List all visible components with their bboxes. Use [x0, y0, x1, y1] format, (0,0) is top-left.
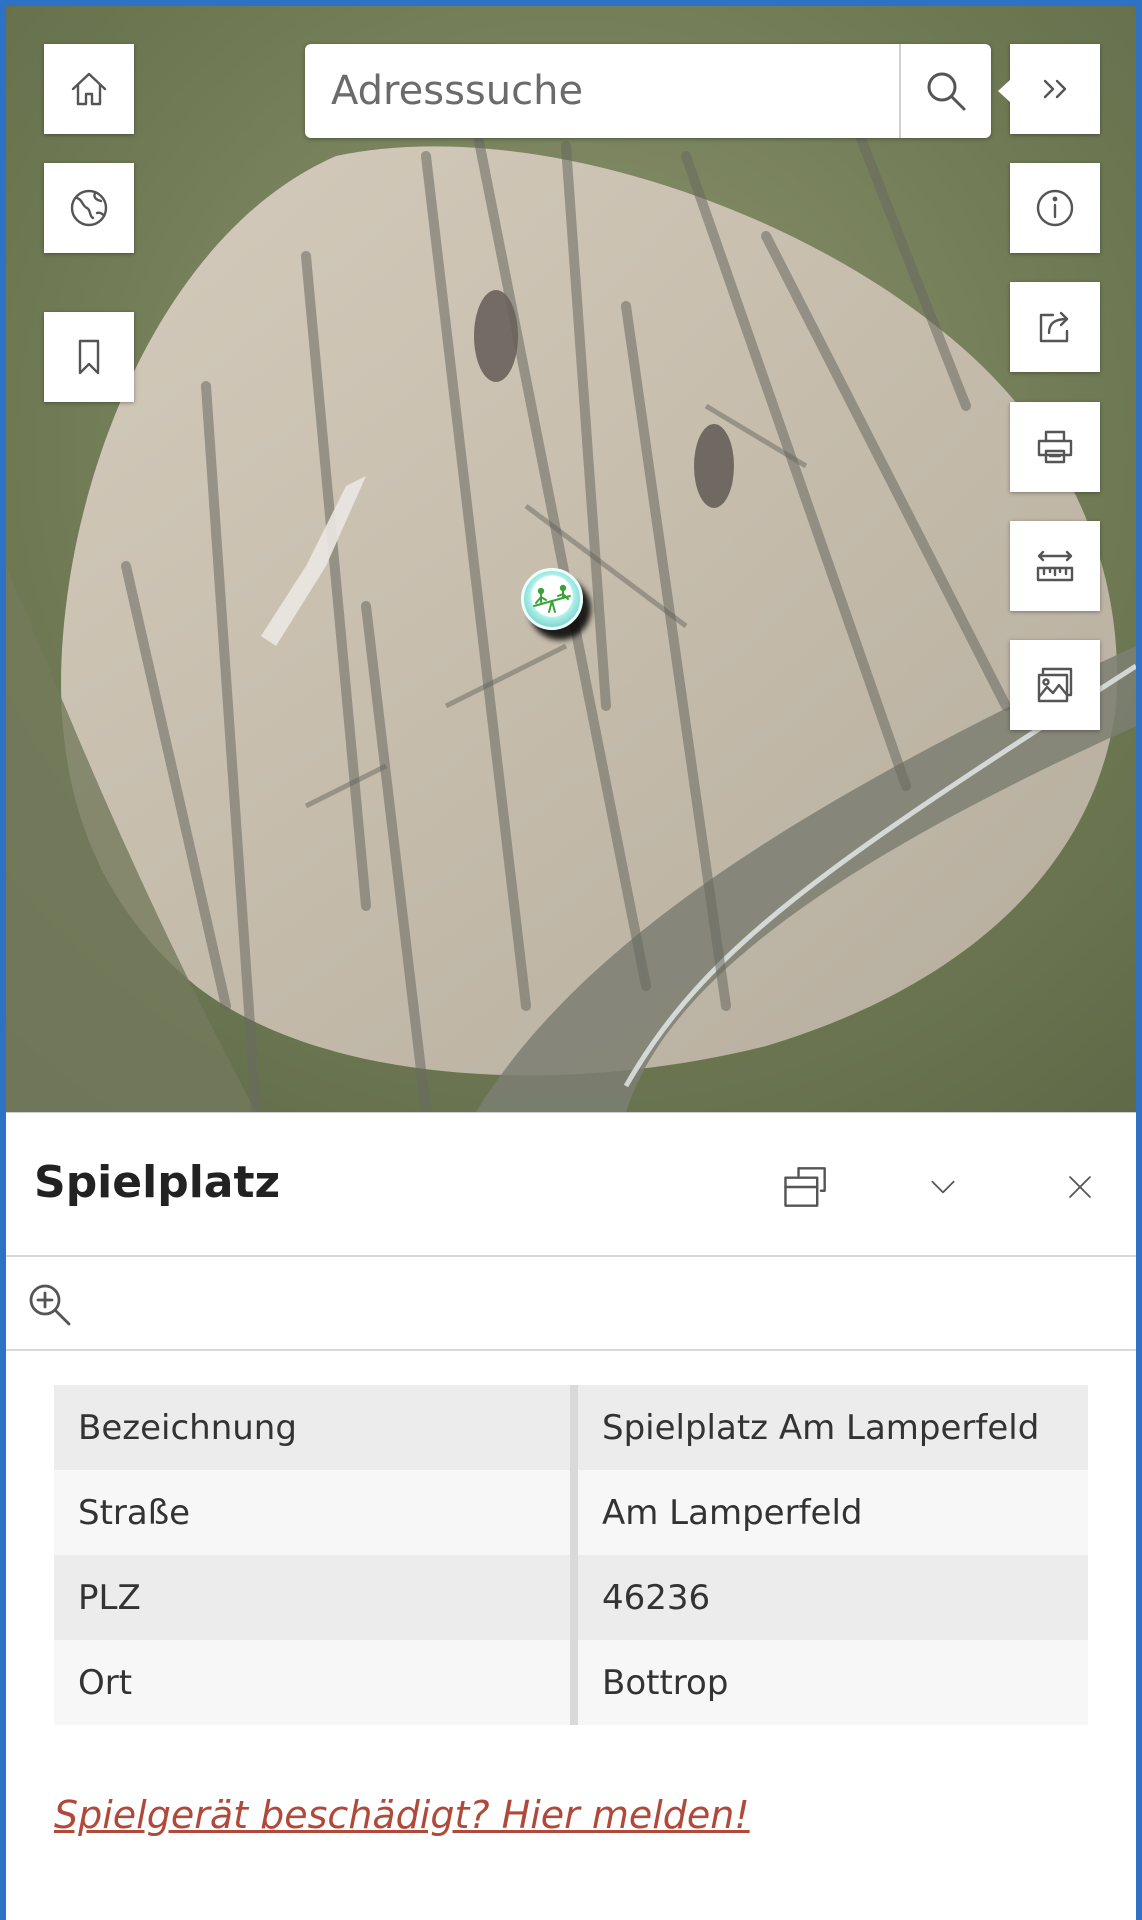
dock-button[interactable]	[776, 1157, 836, 1217]
popup-action-bar	[6, 1257, 1136, 1351]
attribute-key: Straße	[54, 1470, 578, 1555]
map-view[interactable]	[6, 6, 1136, 1112]
basemap-button[interactable]	[44, 163, 134, 253]
close-button[interactable]	[1050, 1157, 1110, 1217]
collapse-button[interactable]	[913, 1157, 973, 1217]
info-icon	[1036, 189, 1074, 227]
measure-icon	[1036, 550, 1074, 582]
dock-icon	[784, 1167, 826, 1207]
bookmark-icon	[78, 339, 100, 375]
share-button[interactable]	[1010, 282, 1100, 372]
feature-popup: Spielplatz Bezeichnung Spielplatz Am Lam…	[6, 1112, 1136, 1920]
table-row: PLZ 46236	[54, 1555, 1088, 1640]
print-button[interactable]	[1010, 402, 1100, 492]
report-damage-link[interactable]: Spielgerät beschädigt? Hier melden!	[54, 1793, 750, 1837]
close-icon	[1069, 1176, 1091, 1198]
table-row: Ort Bottrop	[54, 1640, 1088, 1725]
popup-title: Spielplatz	[34, 1157, 281, 1208]
chevron-down-icon	[931, 1180, 955, 1194]
aerial-imagery	[6, 6, 1136, 1112]
attribute-key: Bezeichnung	[54, 1385, 578, 1470]
attribute-table: Bezeichnung Spielplatz Am Lamperfeld Str…	[54, 1385, 1088, 1725]
playground-icon	[533, 584, 571, 613]
attribute-value: Am Lamperfeld	[574, 1470, 1088, 1555]
legend-button[interactable]	[1010, 640, 1100, 730]
attribute-key: Ort	[54, 1640, 578, 1725]
attribute-value: 46236	[574, 1555, 1088, 1640]
print-icon	[1037, 430, 1073, 464]
image-icon	[1037, 667, 1073, 703]
attribute-value: Bottrop	[574, 1640, 1088, 1725]
measure-button[interactable]	[1010, 521, 1100, 611]
info-button[interactable]	[1010, 163, 1100, 253]
share-icon	[1039, 311, 1069, 343]
home-button[interactable]	[44, 44, 134, 134]
search-icon	[927, 72, 966, 111]
popup-header: Spielplatz	[6, 1113, 1136, 1257]
address-search	[305, 44, 991, 138]
bookmarks-button[interactable]	[44, 312, 134, 402]
toolbar-caret	[998, 80, 1010, 102]
globe-icon	[70, 189, 108, 227]
zoom-in-icon	[29, 1284, 71, 1326]
table-row: Straße Am Lamperfeld	[54, 1470, 1088, 1555]
playground-marker[interactable]	[521, 568, 583, 630]
double-chevron-right-icon	[1043, 79, 1067, 99]
table-row: Bezeichnung Spielplatz Am Lamperfeld	[54, 1385, 1088, 1470]
search-input[interactable]	[305, 44, 899, 138]
app-frame: Spielplatz	[0, 0, 1142, 1920]
search-button[interactable]	[899, 44, 991, 138]
attribute-key: PLZ	[54, 1555, 578, 1640]
expand-toolbar-button[interactable]	[998, 44, 1100, 134]
attribute-value: Spielplatz Am Lamperfeld	[574, 1385, 1088, 1470]
home-icon	[71, 72, 107, 106]
zoom-to-button[interactable]	[26, 1281, 74, 1329]
